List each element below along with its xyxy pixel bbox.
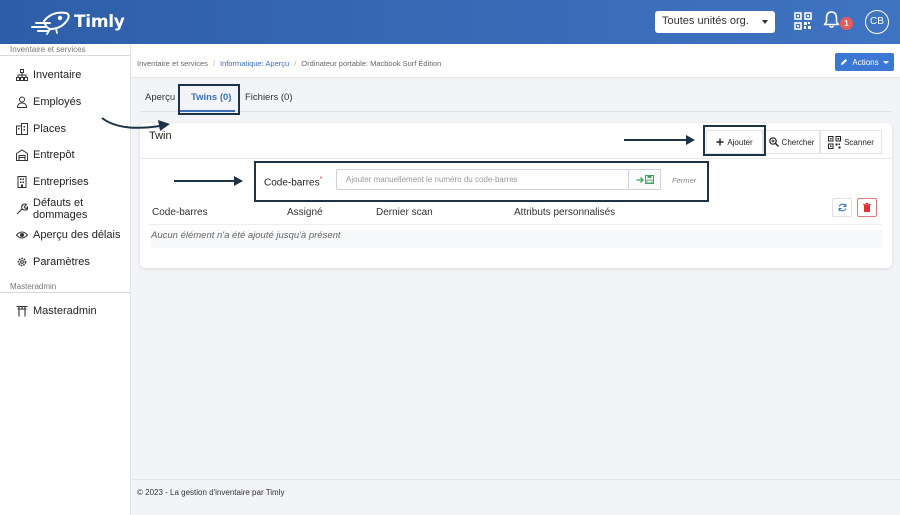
sidebar-item-label: Entrepôt bbox=[33, 149, 75, 162]
breadcrumb-bar: Inventaire et services / Informatique: Ape… bbox=[131, 44, 900, 78]
sidebar-item-masteradmin[interactable]: Masteradmin bbox=[0, 298, 130, 325]
sidebar-section-inventory: Inventaire et services bbox=[0, 44, 130, 56]
rocket-logo-icon bbox=[31, 11, 70, 35]
sidebar-item-inventaire[interactable]: Inventaire bbox=[0, 62, 130, 89]
search-button[interactable]: Chercher bbox=[763, 130, 820, 154]
highlight-box-add-button bbox=[703, 125, 766, 156]
sidebar-item-label: Masteradmin bbox=[33, 304, 97, 317]
search-icon bbox=[768, 137, 779, 147]
sidebar-item-label: Paramètres bbox=[33, 256, 90, 269]
refresh-button[interactable] bbox=[832, 198, 852, 217]
tab-bar: Aperçu Twins (0) Fichiers (0) bbox=[140, 86, 892, 112]
top-bar: Timly Toutes unités org. 1 CB bbox=[0, 0, 900, 44]
company-icon bbox=[17, 176, 27, 189]
user-avatar[interactable]: CB bbox=[865, 10, 889, 34]
empty-state-message: Aucun élément n'a été ajouté jusqu'à pré… bbox=[151, 230, 882, 248]
arrow-right-icon bbox=[624, 135, 695, 145]
qr-code-icon[interactable] bbox=[794, 12, 812, 30]
table-header-divider bbox=[149, 224, 882, 225]
sidebar-item-label: Entreprises bbox=[33, 176, 89, 189]
actions-button[interactable]: Actions bbox=[835, 53, 894, 71]
sidebar-item-entreprises[interactable]: Entreprises bbox=[0, 169, 130, 196]
highlight-box-barcode-field bbox=[254, 161, 709, 202]
column-header-barcode[interactable]: Code-barres bbox=[152, 207, 208, 218]
chevron-down-icon bbox=[882, 60, 889, 64]
scan-button-label: Scanner bbox=[844, 137, 874, 147]
warehouse-icon bbox=[16, 149, 28, 162]
sidebar-item-label: Défauts et dommages bbox=[33, 196, 88, 221]
sidebar-item-label: Inventaire bbox=[33, 69, 82, 82]
divider bbox=[140, 158, 892, 159]
delete-button[interactable] bbox=[857, 198, 877, 217]
column-header-last-scan[interactable]: Dernier scan bbox=[376, 207, 433, 218]
pencil-icon bbox=[841, 59, 848, 65]
search-button-label: Chercher bbox=[781, 137, 815, 147]
eye-icon bbox=[16, 231, 28, 239]
breadcrumb-category[interactable]: Informatique: Aperçu bbox=[220, 59, 289, 68]
column-header-custom-attributes[interactable]: Attributs personnalisés bbox=[514, 207, 615, 218]
org-unit-select[interactable]: Toutes unités org. bbox=[655, 11, 775, 33]
tab-fichiers[interactable]: Fichiers (0) bbox=[245, 92, 293, 103]
arrow-right-icon bbox=[174, 176, 243, 186]
building-icon bbox=[16, 122, 28, 135]
chevron-down-icon bbox=[762, 20, 768, 24]
trash-icon bbox=[863, 203, 871, 212]
sidebar-item-delais[interactable]: Aperçu des délais bbox=[0, 222, 130, 249]
curved-arrow-icon bbox=[101, 117, 170, 131]
sidebar-section-masteradmin: Masteradmin bbox=[0, 281, 130, 293]
scan-button[interactable]: Scanner bbox=[820, 130, 882, 154]
highlight-box-twins-tab bbox=[178, 84, 240, 115]
timly-logo[interactable]: Timly bbox=[30, 8, 125, 36]
sidebar-item-parametres[interactable]: Paramètres bbox=[0, 249, 130, 276]
sidebar-item-label: Aperçu des délais bbox=[33, 229, 121, 242]
wrench-icon bbox=[16, 203, 28, 215]
breadcrumb: Inventaire et services / Informatique: Ape… bbox=[137, 59, 442, 68]
qr-scan-icon bbox=[828, 135, 842, 149]
notification-badge: 1 bbox=[840, 17, 853, 30]
actions-button-label: Actions bbox=[852, 57, 879, 67]
refresh-icon bbox=[838, 203, 846, 212]
breadcrumb-current: Ordinateur portable: Macbook Surf Éditio… bbox=[301, 59, 442, 68]
gear-icon bbox=[17, 257, 27, 267]
footer-divider bbox=[131, 479, 900, 480]
torii-icon bbox=[16, 305, 28, 317]
org-unit-select-value: Toutes unités org. bbox=[662, 15, 749, 27]
sitemap-icon bbox=[16, 69, 28, 82]
sidebar-item-entrepot[interactable]: Entrepôt bbox=[0, 142, 130, 169]
sidebar-item-defauts[interactable]: Défauts et dommages bbox=[0, 195, 130, 222]
tab-apercu[interactable]: Aperçu bbox=[145, 92, 175, 103]
footer-text: © 2023 - La gestion d'inventaire par Tim… bbox=[137, 488, 285, 497]
user-icon bbox=[16, 96, 28, 109]
breadcrumb-root[interactable]: Inventaire et services bbox=[137, 59, 208, 68]
sidebar-item-label: Employés bbox=[33, 96, 82, 109]
bell-icon[interactable] bbox=[823, 10, 840, 29]
sidebar-item-label: Places bbox=[33, 122, 67, 135]
column-header-assigned[interactable]: Assigné bbox=[287, 207, 323, 218]
logo-text: Timly bbox=[74, 12, 125, 32]
